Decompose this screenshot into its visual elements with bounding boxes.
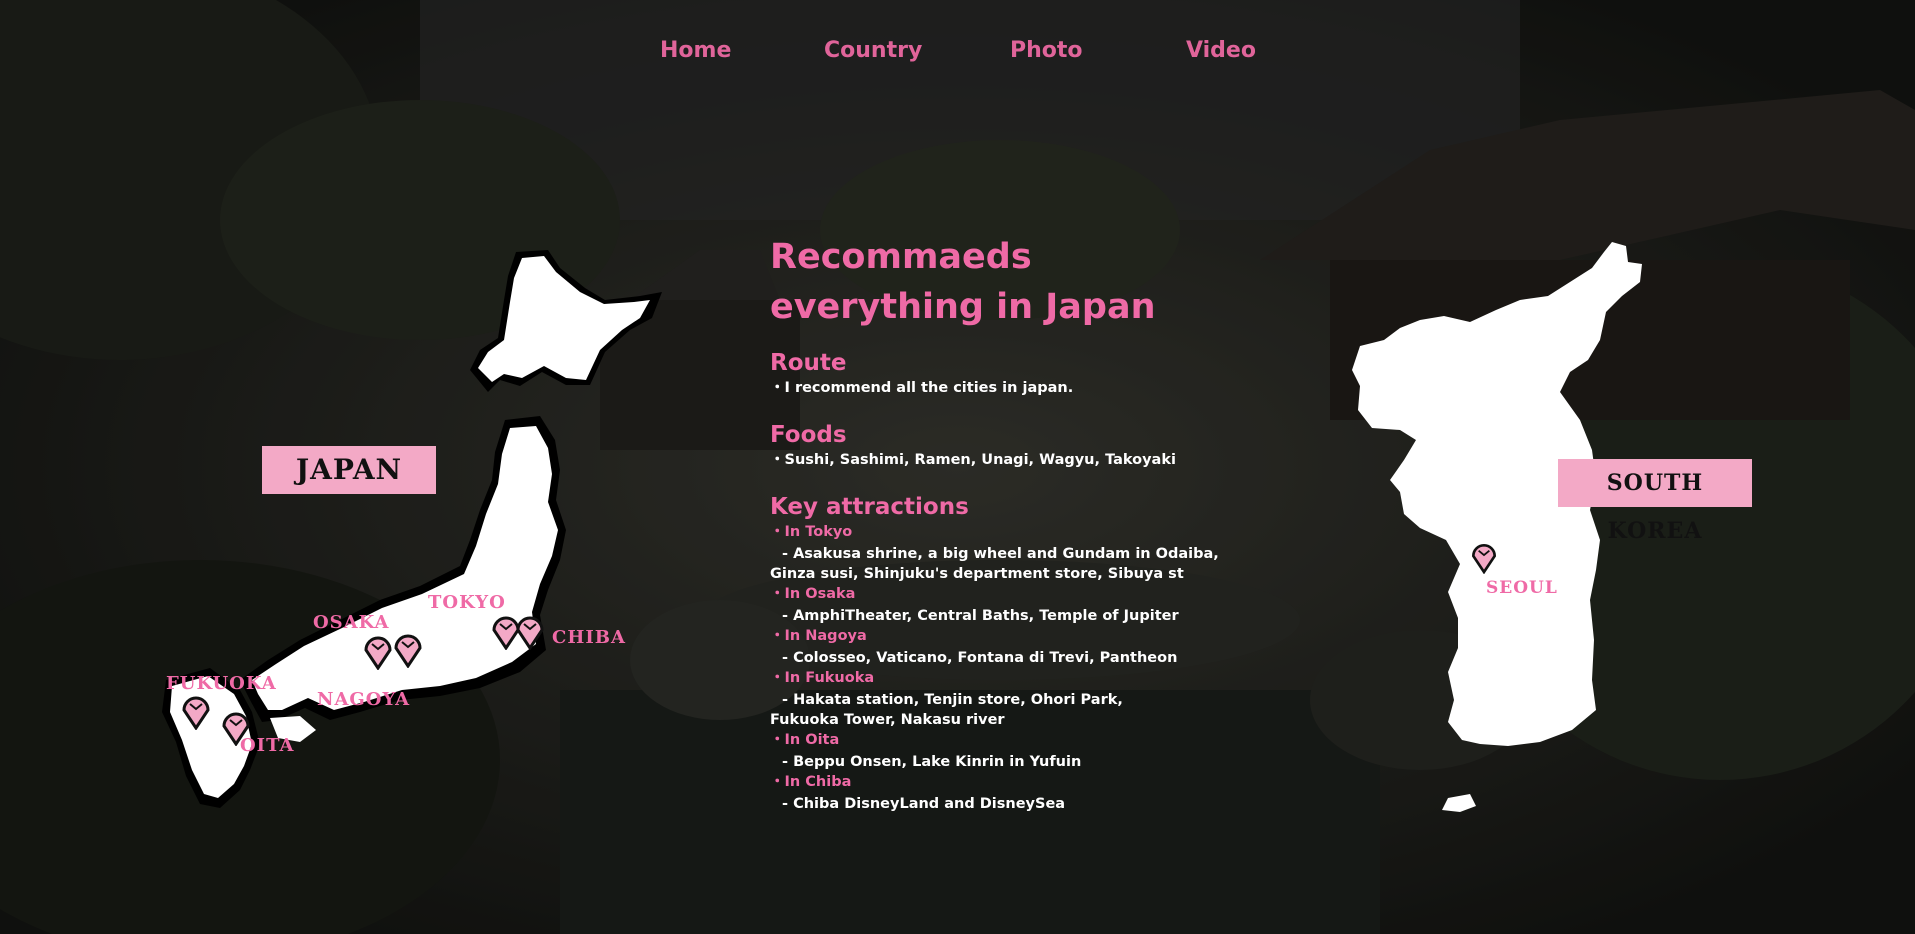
attraction-city: ・In Oita xyxy=(770,732,840,748)
attraction-city: ・In Osaka xyxy=(770,586,856,602)
map-pin-icon[interactable] xyxy=(512,610,548,650)
attraction-city: ・In Fukuoka xyxy=(770,670,875,686)
map-pin-icon[interactable] xyxy=(178,690,214,730)
city-label-seoul: SEOUL xyxy=(1486,578,1558,598)
korea-map xyxy=(1352,242,1642,812)
map-pin-icon[interactable] xyxy=(1468,538,1500,574)
recommendations-panel: Recommaeds everything in Japan Route ・I … xyxy=(770,232,1230,814)
city-label-osaka: OSAKA xyxy=(313,612,390,633)
attraction-detail: - Hakata station, Tenjin store, Ohori Pa… xyxy=(782,692,1123,708)
attraction-detail: - Chiba DisneyLand and DisneySea xyxy=(782,796,1066,812)
attraction-city: ・In Tokyo xyxy=(770,524,853,540)
city-label-oita: OITA xyxy=(240,735,295,756)
south-korea-label: SOUTH KOREA xyxy=(1558,459,1752,544)
attraction-detail: Fukuoka Tower, Nakasu river xyxy=(770,712,1005,728)
attraction-detail: Ginza susi, Shinjuku's department store,… xyxy=(770,566,1184,582)
japan-label: JAPAN xyxy=(262,446,436,494)
city-label-nagoya: NAGOYA xyxy=(317,689,411,710)
attraction-city: ・In Nagoya xyxy=(770,628,867,644)
city-label-tokyo: TOKYO xyxy=(428,592,506,613)
attractions-heading: Key attractions xyxy=(770,494,969,520)
title-line-2: everything in Japan xyxy=(770,287,1156,327)
attraction-city: ・In Chiba xyxy=(770,774,852,790)
attraction-detail: - Asakusa shrine, a big wheel and Gundam… xyxy=(782,546,1219,562)
foods-heading: Foods xyxy=(770,422,847,448)
city-label-fukuoka: FUKUOKA xyxy=(166,673,277,694)
foods-text: ・Sushi, Sashimi, Ramen, Unagi, Wagyu, Ta… xyxy=(770,452,1176,468)
title-line-1: Recommaeds xyxy=(770,237,1032,277)
attraction-detail: - AmphiTheater, Central Baths, Temple of… xyxy=(782,608,1179,624)
page-title: Recommaeds everything in Japan xyxy=(770,232,1230,332)
route-heading: Route xyxy=(770,350,847,376)
route-text: ・I recommend all the cities in japan. xyxy=(770,380,1074,396)
city-label-chiba: CHIBA xyxy=(552,627,626,648)
attraction-detail: - Colosseo, Vaticano, Fontana di Trevi, … xyxy=(782,650,1178,666)
map-pin-icon[interactable] xyxy=(390,628,426,668)
attraction-detail: - Beppu Onsen, Lake Kinrin in Yufuin xyxy=(782,754,1082,770)
